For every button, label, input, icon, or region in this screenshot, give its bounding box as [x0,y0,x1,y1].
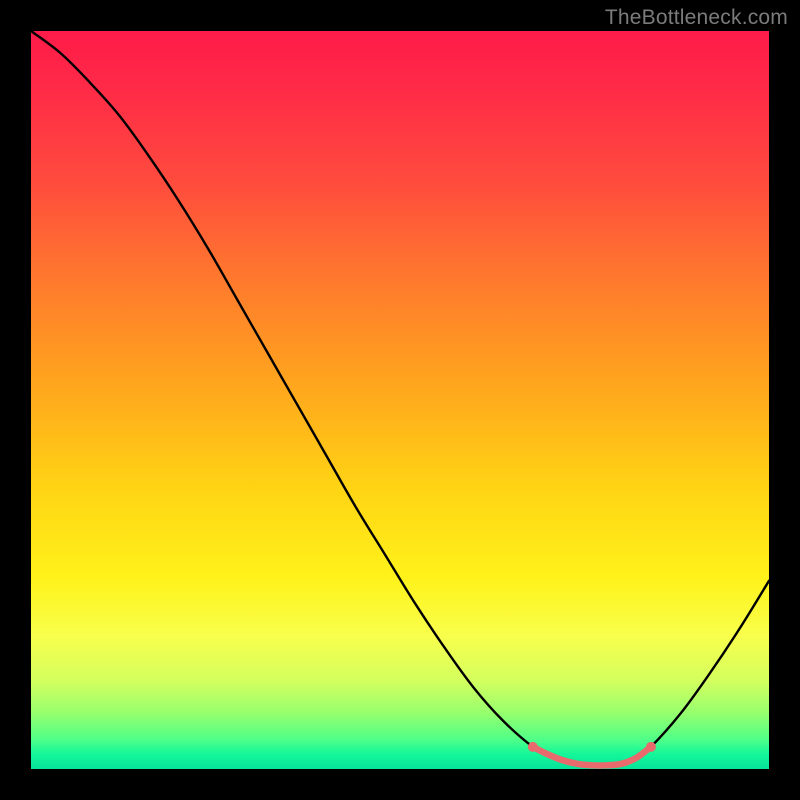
watermark-text: TheBottleneck.com [605,6,788,30]
valley-dot-start [528,742,538,752]
plot-area [31,31,769,769]
bottleneck-curve [31,31,769,766]
valley-dot-end [646,742,656,752]
valley-highlight [533,747,651,766]
chart-stage: TheBottleneck.com [0,0,800,800]
curve-svg [31,31,769,769]
